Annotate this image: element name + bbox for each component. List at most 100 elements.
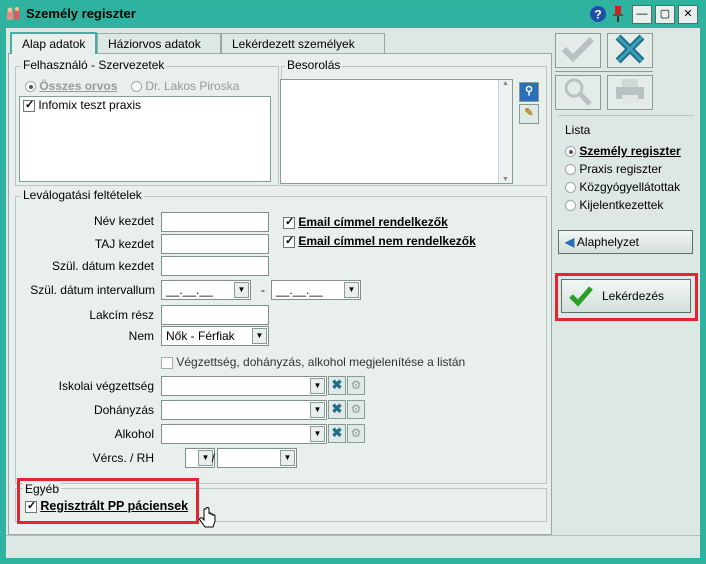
dob-start-label: Szül. dátum kezdet xyxy=(51,259,154,273)
sex-value: Nők - Férfiak xyxy=(166,329,235,343)
list-option-label: Praxis regiszter xyxy=(579,162,663,176)
dob-from-dropdown-icon[interactable]: ▼ xyxy=(234,282,249,298)
education-settings-icon[interactable]: ⚙ xyxy=(347,376,365,395)
minimize-icon[interactable]: — xyxy=(632,5,652,24)
registered-highlight xyxy=(17,478,199,524)
radio-all-label: Összes orvos xyxy=(39,79,118,93)
tab-basic-data[interactable]: Alap adatok xyxy=(10,32,98,54)
search-classification-button[interactable]: ⚲ xyxy=(519,82,539,102)
scroll-up-icon[interactable]: ▲ xyxy=(499,80,512,87)
email-without-label: Email címmel nem rendelkezők xyxy=(298,234,476,248)
show-details-label: Végzettség, dohányzás, alkohol megjelení… xyxy=(176,355,466,369)
education-label: Iskolai végzettség xyxy=(58,379,154,393)
education-clear-icon[interactable]: ✖ xyxy=(328,376,346,395)
email-without-check[interactable] xyxy=(283,234,295,248)
sex-label: Nem xyxy=(128,329,154,343)
basic-data-panel: Felhasználó - Szervezetek Összes orvos D… xyxy=(8,53,552,535)
email-without-checkbox[interactable]: Email címmel nem rendelkezők xyxy=(283,234,476,248)
radio-doctor[interactable]: Dr. Lakos Piroska xyxy=(131,79,239,93)
org-list[interactable]: Infomix teszt praxis xyxy=(19,96,271,182)
dob-to-value: __.__.__ xyxy=(276,283,323,297)
name-input[interactable] xyxy=(161,212,269,232)
sex-select[interactable]: Nők - Férfiak ▼ xyxy=(161,326,269,346)
radio-icon xyxy=(565,164,576,176)
restore-icon[interactable]: ▢ xyxy=(655,5,675,24)
magnifier-icon xyxy=(564,78,592,106)
smoking-settings-icon[interactable]: ⚙ xyxy=(347,400,365,419)
dob-to-picker[interactable]: __.__.__ ▼ xyxy=(271,280,361,300)
smoking-dropdown-icon[interactable]: ▼ xyxy=(310,402,325,418)
divider xyxy=(555,71,653,72)
dob-range-label: Szül. dátum intervallum xyxy=(30,283,155,297)
cancel-button[interactable] xyxy=(607,33,653,68)
hand-cursor-icon xyxy=(199,507,216,528)
tab-gp-data[interactable]: Háziorvos adatok xyxy=(97,33,221,53)
org-checkbox[interactable] xyxy=(23,98,35,112)
radio-icon xyxy=(565,200,576,212)
user-org-title: Felhasználó - Szervezetek xyxy=(21,58,167,72)
blood-separator: / xyxy=(211,451,215,465)
classification-list[interactable]: ▲ ▼ xyxy=(280,79,513,184)
list-option-public-care[interactable]: Közgyógyellátottak xyxy=(565,180,680,194)
taj-input[interactable] xyxy=(161,234,269,254)
svg-text:?: ? xyxy=(594,8,601,22)
smoking-select[interactable]: ▼ xyxy=(161,400,327,420)
radio-icon xyxy=(565,182,576,194)
rh-dropdown-icon[interactable]: ▼ xyxy=(280,450,295,466)
name-label: Név kezdet xyxy=(93,214,154,228)
close-icon[interactable]: ✕ xyxy=(678,5,698,24)
dob-from-value: __.__.__ xyxy=(166,283,213,297)
scroll-down-icon[interactable]: ▼ xyxy=(499,176,512,183)
rh-select[interactable]: ▼ xyxy=(217,448,297,468)
search-button[interactable] xyxy=(555,75,601,110)
tab-label: Háziorvos adatok xyxy=(108,37,201,51)
education-select[interactable]: ▼ xyxy=(161,376,327,396)
radio-all-doctors[interactable]: Összes orvos xyxy=(25,79,117,93)
title-bar[interactable]: Személy regiszter ? — ▢ ✕ xyxy=(0,0,706,28)
list-option-label: Kijelentkezettek xyxy=(579,198,664,212)
list-option-person-register[interactable]: Személy regiszter xyxy=(565,144,681,158)
alcohol-dropdown-icon[interactable]: ▼ xyxy=(310,426,325,442)
radio-all-icon xyxy=(25,81,36,93)
query-highlight xyxy=(555,273,698,321)
close-x-icon xyxy=(615,34,645,64)
tab-queried-persons[interactable]: Lekérdezett személyek xyxy=(221,33,385,53)
sex-dropdown-icon[interactable]: ▼ xyxy=(252,328,267,344)
edit-classification-button[interactable]: ✎ xyxy=(519,104,539,124)
show-details-checkbox[interactable]: Végzettség, dohányzás, alkohol megjelení… xyxy=(161,355,465,369)
address-label: Lakcím rész xyxy=(89,308,154,322)
show-details-check[interactable] xyxy=(161,356,173,369)
dob-to-dropdown-icon[interactable]: ▼ xyxy=(344,282,359,298)
right-panel: Lista Személy regiszter Praxis regiszter… xyxy=(555,33,699,530)
help-icon[interactable]: ? xyxy=(588,5,608,24)
alcohol-settings-icon[interactable]: ⚙ xyxy=(347,424,365,443)
smoking-clear-icon[interactable]: ✖ xyxy=(328,400,346,419)
accept-button[interactable] xyxy=(555,33,601,68)
print-button[interactable] xyxy=(607,75,653,110)
address-input[interactable] xyxy=(161,305,269,325)
pin-icon[interactable] xyxy=(608,5,628,24)
tab-label: Alap adatok xyxy=(22,37,86,51)
radio-doctor-icon xyxy=(131,81,142,93)
checkmark-icon xyxy=(561,36,595,63)
list-option-unregistered[interactable]: Kijelentkezettek xyxy=(565,198,663,212)
tab-label: Lekérdezett személyek xyxy=(232,37,355,51)
scrollbar[interactable]: ▲ ▼ xyxy=(498,80,512,183)
alcohol-label: Alkohol xyxy=(114,427,154,441)
reset-label: Alaphelyzet xyxy=(576,235,639,249)
reset-button[interactable]: ◀ Alaphelyzet xyxy=(558,230,693,254)
email-with-check[interactable] xyxy=(283,215,295,229)
alcohol-clear-icon[interactable]: ✖ xyxy=(328,424,346,443)
alcohol-select[interactable]: ▼ xyxy=(161,424,327,444)
filters-title: Leválogatási feltételek xyxy=(21,188,144,202)
dob-start-input[interactable] xyxy=(161,256,269,276)
email-with-checkbox[interactable]: Email címmel rendelkezők xyxy=(283,215,448,229)
dob-from-picker[interactable]: __.__.__ ▼ xyxy=(161,280,251,300)
list-item[interactable]: Infomix teszt praxis xyxy=(20,97,270,113)
classification-title: Besorolás xyxy=(285,58,343,72)
smoking-label: Dohányzás xyxy=(93,403,154,417)
education-dropdown-icon[interactable]: ▼ xyxy=(310,378,325,394)
list-option-practice-register[interactable]: Praxis regiszter xyxy=(565,162,662,176)
list-item-label: Infomix teszt praxis xyxy=(38,98,142,112)
reset-icon: ◀ xyxy=(565,235,575,249)
